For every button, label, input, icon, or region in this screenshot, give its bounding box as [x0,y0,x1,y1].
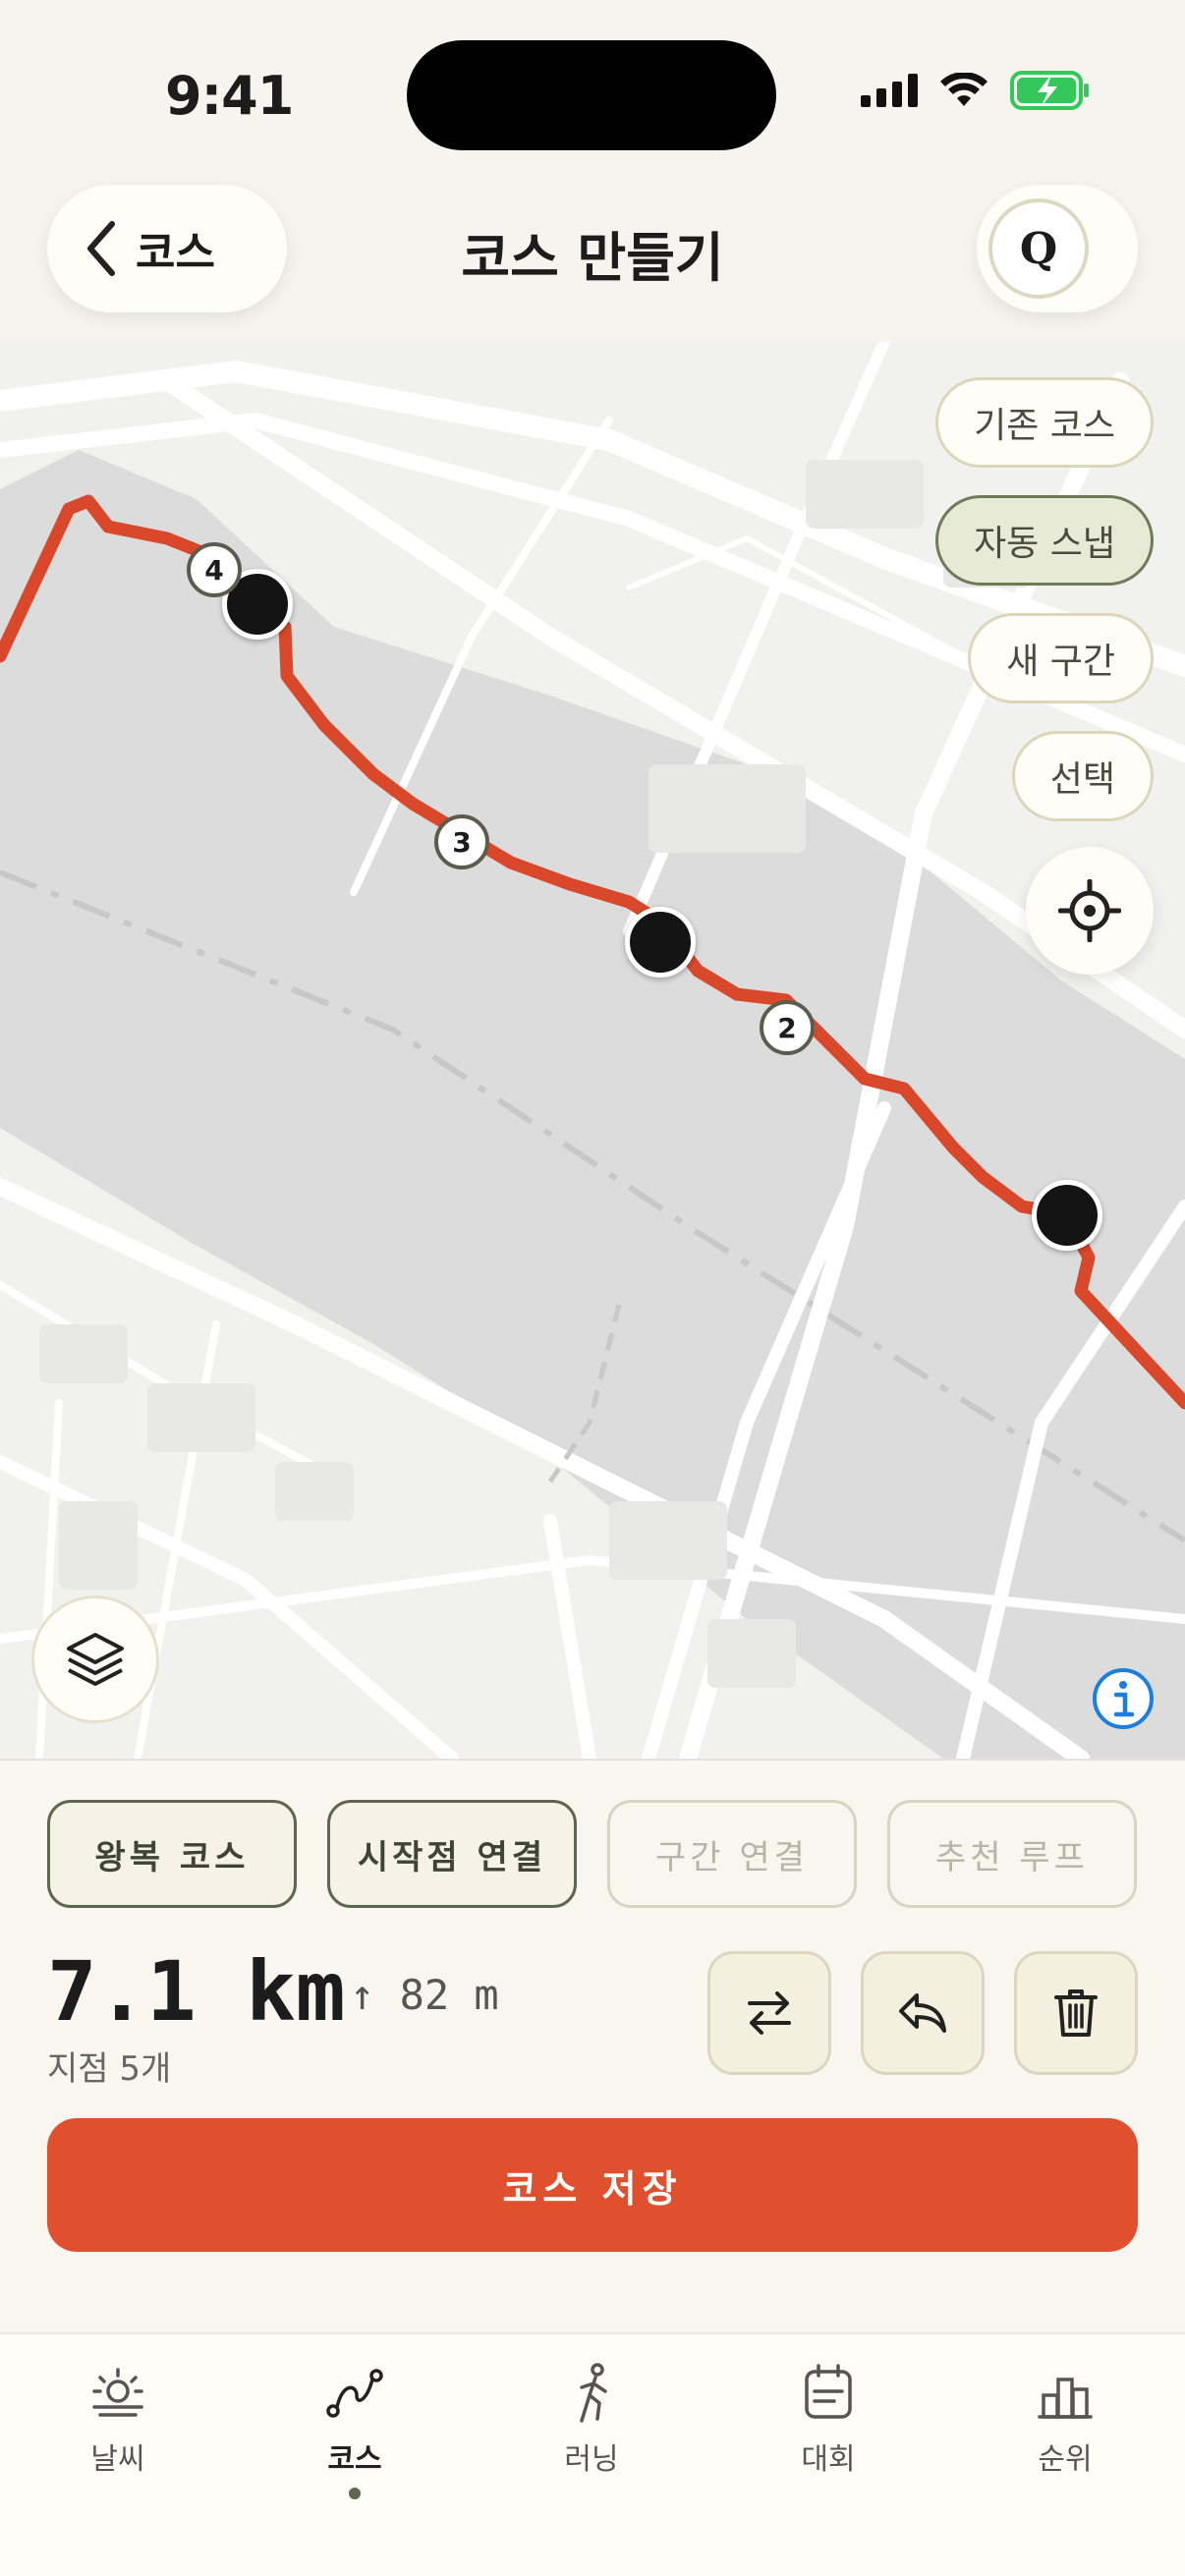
reverse-button[interactable] [707,1951,831,2075]
undo-button[interactable] [861,1951,985,2075]
route-icon [326,2369,383,2418]
delete-button[interactable] [1014,1951,1138,2075]
tab-bar: 날씨 코스 러닝 대회 순위 [0,2332,1185,2576]
map-view[interactable]: 2 3 4 기존 코스 자동 스냅 새 구간 선택 [0,342,1185,1759]
waypoint-label[interactable]: 4 [187,542,242,597]
tab-races[interactable]: 대회 [730,2362,927,2509]
sun-icon [92,2368,143,2417]
ranking-icon [1038,2378,1093,2419]
runner-icon [580,2363,607,2423]
trash-icon [1054,1989,1098,2037]
waypoint-label[interactable]: 2 [760,1000,815,1055]
tab-label: 날씨 [90,2442,145,2477]
swap-arrows-icon [748,1991,791,2035]
crosshair-icon [1058,879,1121,942]
recommended-loop-button[interactable]: 추천 루프 [887,1800,1137,1908]
auto-snap-chip[interactable]: 자동 스냅 [935,495,1154,586]
connect-segment-button[interactable]: 구간 연결 [607,1800,857,1908]
profile-button[interactable]: Q [977,185,1138,312]
round-trip-button[interactable]: 왕복 코스 [47,1800,297,1908]
elevation-gain: ↑ 82 m [350,1971,499,2019]
status-icons [861,71,1091,110]
battery-charging-icon [1010,71,1089,110]
avatar: Q [988,198,1089,299]
waypoint-marker[interactable] [1032,1180,1102,1251]
status-bar: 9:41 [0,0,1185,177]
tab-label: 순위 [1038,2442,1093,2477]
select-chip[interactable]: 선택 [1011,731,1154,821]
status-time: 9:41 [165,65,294,127]
tab-label: 대회 [801,2442,856,2477]
header: 코스 코스 만들기 Q [0,177,1185,342]
info-icon[interactable] [1091,1666,1156,1731]
layers-button[interactable] [31,1596,159,1723]
active-tab-indicator [349,2488,361,2499]
calendar-icon [805,2364,852,2419]
waypoint-marker[interactable] [625,907,696,978]
dynamic-island [407,40,776,150]
tab-label: 러닝 [564,2442,619,2477]
cellular-signal-icon [861,74,918,107]
tab-label: 코스 [327,2442,382,2477]
existing-course-chip[interactable]: 기존 코스 [935,377,1154,468]
wifi-icon [940,73,988,106]
course-panel: 왕복 코스 시작점 연결 구간 연결 추천 루프 7.1 km ↑ 82 m 지… [0,1759,1185,2332]
waypoint-label[interactable]: 3 [434,814,489,869]
new-segment-chip[interactable]: 새 구간 [968,613,1154,703]
tab-ranking[interactable]: 순위 [967,2362,1163,2509]
layers-icon [67,1633,124,1686]
save-course-button[interactable]: 코스 저장 [47,2118,1138,2252]
distance-value: 7.1 km [47,1943,346,2040]
locate-button[interactable] [1026,847,1154,975]
tab-weather[interactable]: 날씨 [20,2362,216,2509]
connect-start-button[interactable]: 시작점 연결 [327,1800,577,1908]
undo-icon [899,1993,946,2033]
tab-running[interactable]: 러닝 [493,2362,690,2509]
tab-course[interactable]: 코스 [256,2362,453,2509]
point-count: 지점 5개 [47,2049,172,2089]
